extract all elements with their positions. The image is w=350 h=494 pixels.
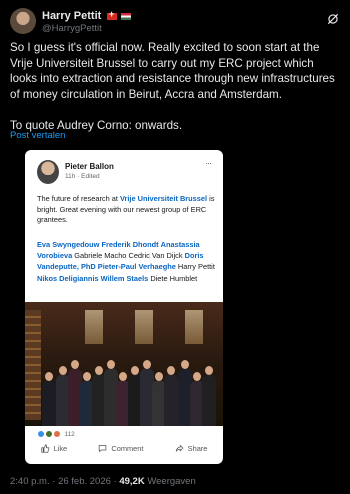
person-head <box>71 360 79 369</box>
person-head <box>181 360 189 369</box>
linkedin-author-avatar <box>37 160 59 184</box>
tagged-person: Willem Staels <box>100 273 149 283</box>
tagged-person: Gabriele Macho <box>74 251 127 261</box>
tweet-header: Harry Pettit @HarrygPettit <box>10 8 340 36</box>
tagged-person: Frederik Dhondt <box>101 240 159 249</box>
linkedin-tagged-people: Eva Swyngedouw Frederik Dhondt Anastassi… <box>37 239 217 284</box>
like-button: Like <box>40 444 67 453</box>
person-silhouette <box>202 374 216 426</box>
person-silhouette <box>164 374 178 426</box>
linkedin-post-image[interactable]: Pieter Ballon 11h · Edited ··· The futur… <box>25 150 223 464</box>
hungarian-flag-icon <box>120 13 131 21</box>
person-silhouette <box>42 380 56 426</box>
reaction-count: 112 <box>64 430 75 438</box>
tagged-person: Diete Humblet <box>150 273 198 283</box>
person-head <box>205 366 213 375</box>
linkedin-org-link: Vrije Universiteit Brussel <box>119 194 208 203</box>
person-head <box>107 360 115 369</box>
author-flags <box>107 9 132 21</box>
translate-link[interactable]: Post vertalen <box>10 130 65 141</box>
tweet-text: So I guess it's official now. Really exc… <box>10 41 335 132</box>
tagged-person: Cedric Van Dijck <box>128 251 183 261</box>
person-head <box>155 372 163 381</box>
person-head <box>193 372 201 381</box>
window <box>135 310 153 344</box>
author-avatar[interactable] <box>10 8 36 34</box>
tagged-person: Nikos Deligiannis <box>37 273 99 283</box>
author-handle[interactable]: @HarrygPettit <box>42 23 102 34</box>
window <box>185 310 203 344</box>
more-options-icon: ··· <box>205 158 212 168</box>
post-date[interactable]: 26 feb. 2026 <box>58 476 111 487</box>
linkedin-author-name: Pieter Ballon <box>65 162 114 171</box>
author-name[interactable]: Harry Pettit <box>42 10 101 22</box>
person-head <box>131 366 139 375</box>
person-head <box>83 372 91 381</box>
thumbs-up-icon <box>40 444 49 453</box>
person-head <box>95 366 103 375</box>
like-reaction-icon <box>37 430 45 438</box>
linkedin-actions: Like Comment Share <box>25 444 223 453</box>
grok-icon[interactable] <box>326 12 340 26</box>
person-head <box>167 366 175 375</box>
group-photo <box>25 302 223 426</box>
person-head <box>45 372 53 381</box>
share-icon <box>175 444 184 452</box>
celebrate-reaction-icon <box>44 430 53 438</box>
post-time[interactable]: 2:40 p.m. <box>10 476 50 487</box>
bookshelf <box>25 310 41 420</box>
window <box>85 310 103 344</box>
comment-icon <box>99 445 107 453</box>
views-count: 49,2K <box>119 476 145 487</box>
linkedin-post-text: The future of research at Vrije Universi… <box>37 194 215 225</box>
linkedin-post-meta: 11h · Edited <box>65 173 100 180</box>
tagged-person: Pieter-Paul Verhaeghe <box>97 262 176 272</box>
person-head <box>59 366 67 375</box>
swiss-flag-icon <box>107 9 117 21</box>
tagged-person: Harry Pettit <box>177 262 215 272</box>
comment-button: Comment <box>98 444 143 453</box>
tweet-footer: 2:40 p.m. · 26 feb. 2026 · 49,2K Weergav… <box>10 476 196 487</box>
person-head <box>143 360 151 369</box>
love-reaction-icon <box>52 430 61 438</box>
tagged-person: Eva Swyngedouw <box>37 240 100 249</box>
views-label: Weergaven <box>144 476 196 487</box>
share-button: Share <box>175 444 207 453</box>
person-head <box>119 372 127 381</box>
reactions-summary: 112 <box>37 430 75 438</box>
